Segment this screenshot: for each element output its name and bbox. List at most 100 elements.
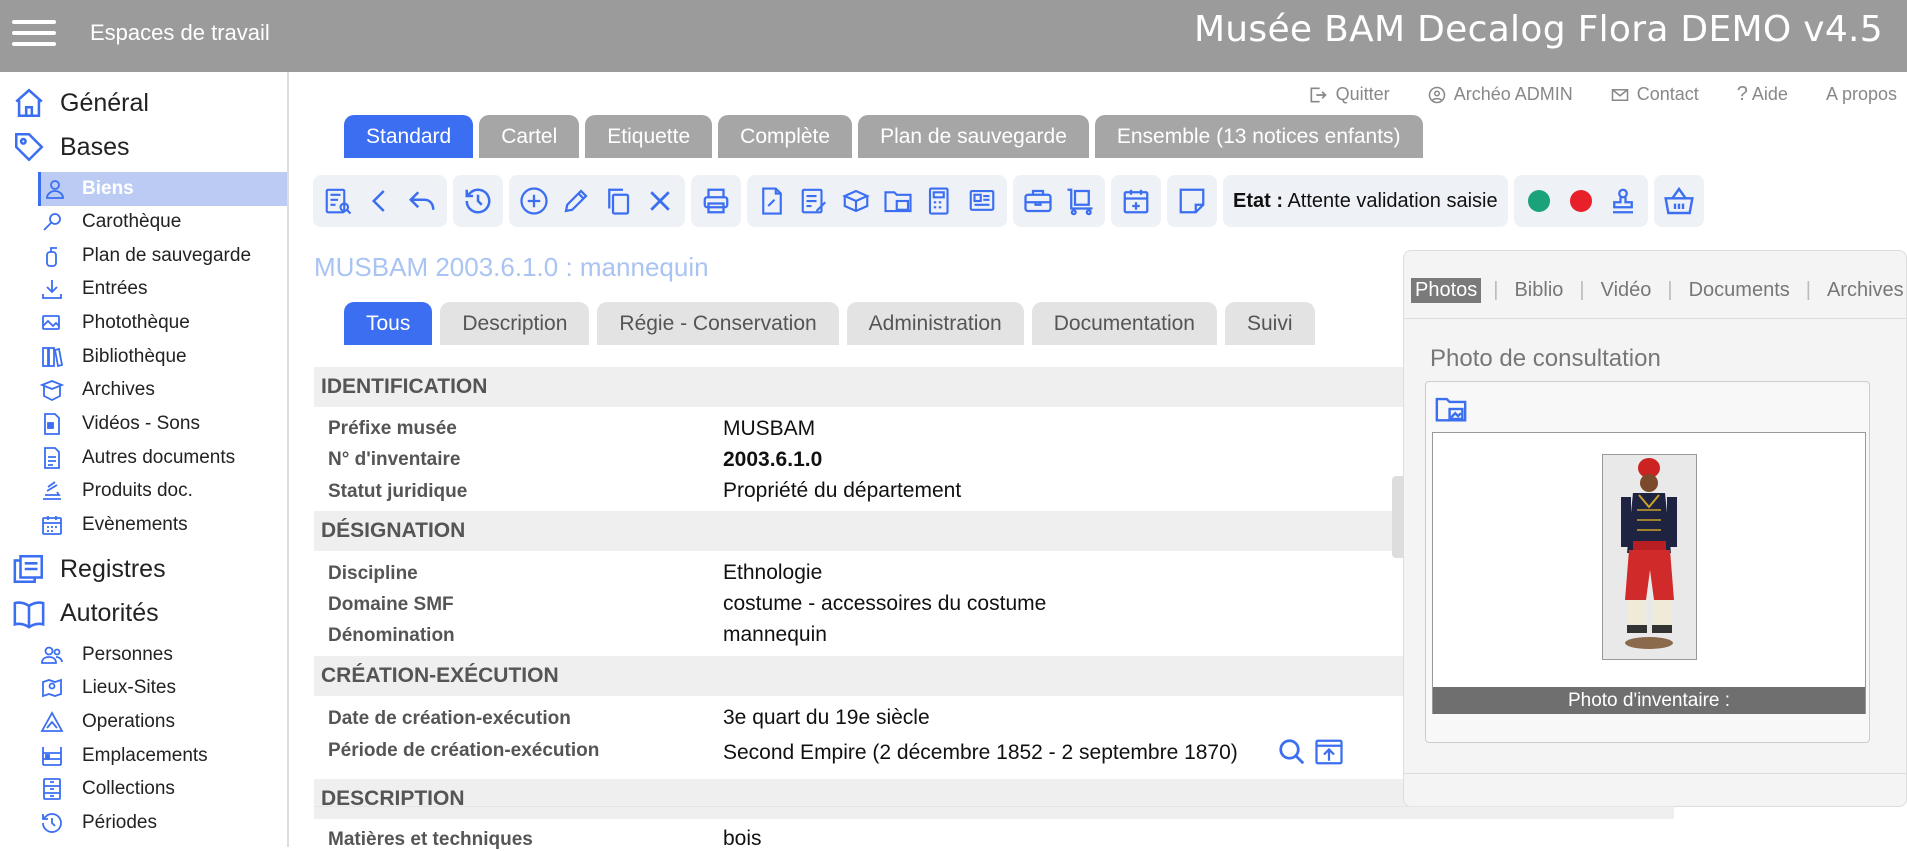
attach-document-button[interactable]	[751, 179, 793, 223]
panel-resize-handle[interactable]	[1392, 476, 1403, 558]
toolbar-group-navigation	[313, 175, 447, 227]
tab-documents[interactable]: Documents	[1685, 278, 1794, 303]
validate-green-button[interactable]	[1527, 190, 1550, 212]
toolbar: Etat : Attente validation saisie	[313, 175, 1710, 227]
user-link[interactable]: Archéo ADMIN	[1428, 83, 1573, 106]
tab-suivi[interactable]: Suivi	[1224, 302, 1315, 345]
about-link[interactable]: A propos	[1826, 83, 1897, 106]
photo-box: Photo d'inventaire :	[1425, 381, 1870, 743]
sidebar-item-evenements[interactable]: Evènements	[38, 508, 287, 542]
sidebar-item-produits-doc[interactable]: Produits doc.	[38, 474, 287, 508]
toolbar-group-edit	[509, 175, 685, 227]
contact-link[interactable]: Contact	[1611, 83, 1699, 106]
tab-etiquette[interactable]: Etiquette	[585, 115, 713, 158]
sidebar-item-general[interactable]: Général	[12, 86, 149, 120]
hamburger-menu-icon[interactable]	[12, 15, 56, 55]
tab-standard[interactable]: Standard	[344, 115, 474, 158]
tab-photos[interactable]: Photos	[1411, 278, 1482, 303]
sidebar-item-label: Carothèque	[82, 211, 182, 232]
sidebar-item-collections[interactable]: Collections	[38, 772, 287, 806]
tab-description[interactable]: Description	[440, 302, 590, 345]
sidebar-item-emplacements[interactable]: Emplacements	[38, 739, 287, 773]
tab-tous[interactable]: Tous	[344, 302, 433, 345]
about-label: A propos	[1825, 84, 1897, 104]
previous-button[interactable]	[359, 179, 401, 223]
sidebar-item-label: Produits doc.	[82, 480, 193, 501]
duplicate-button[interactable]	[597, 179, 639, 223]
quit-link[interactable]: Quitter	[1308, 83, 1390, 106]
tag-icon	[14, 132, 44, 162]
sidebar-item-bases[interactable]: Bases	[12, 130, 129, 164]
add-event-button[interactable]	[1115, 179, 1157, 223]
help-label: Aide	[1751, 84, 1788, 104]
tab-video[interactable]: Vidéo	[1597, 278, 1656, 303]
tab-archives[interactable]: Archives	[1823, 278, 1907, 303]
tab-administration[interactable]: Administration	[846, 302, 1024, 345]
sidebar-item-plan-sauvegarde[interactable]: Plan de sauvegarde	[38, 239, 287, 273]
toolbox-icon	[1024, 189, 1052, 213]
sidebar-item-autorites[interactable]: Autorités	[12, 596, 159, 630]
tab-ensemble[interactable]: Ensemble (13 notices enfants)	[1094, 115, 1423, 158]
sidebar-item-label: Autres documents	[82, 447, 236, 468]
sidebar: Général Bases Biens Carothèque Plan de s…	[0, 72, 289, 847]
sidebar-item-periodes[interactable]: Périodes	[38, 806, 287, 840]
sidebar-item-autres-documents[interactable]: Autres documents	[38, 441, 287, 475]
video-file-icon	[44, 413, 60, 435]
map-pin-icon	[42, 678, 62, 698]
search-periode-button[interactable]	[1277, 737, 1307, 767]
sidebar-item-phototheque[interactable]: Photothèque	[38, 306, 287, 340]
field-label-inventaire: N° d'inventaire	[328, 449, 461, 470]
tab-regie-conservation[interactable]: Régie - Conservation	[597, 302, 839, 345]
calculator-icon	[928, 187, 949, 215]
chevron-left-icon	[371, 190, 385, 212]
tab-plan-sauvegarde[interactable]: Plan de sauvegarde	[858, 115, 1089, 158]
sidebar-item-entrees[interactable]: Entrées	[38, 272, 287, 306]
tab-documentation[interactable]: Documentation	[1031, 302, 1217, 345]
reject-red-button[interactable]	[1569, 190, 1592, 212]
help-link[interactable]: ? Aide	[1737, 83, 1788, 106]
stamp-button[interactable]	[1602, 179, 1644, 223]
photo-folder-button[interactable]	[1434, 392, 1468, 426]
image-folder-button[interactable]	[877, 179, 919, 223]
tab-biblio[interactable]: Biblio	[1510, 278, 1567, 303]
calculator-button[interactable]	[919, 179, 961, 223]
sidebar-item-lieux-sites[interactable]: Lieux-Sites	[38, 671, 287, 705]
toolbar-group-tools	[1013, 175, 1105, 227]
sidebar-item-videos-sons[interactable]: Vidéos - Sons	[38, 407, 287, 441]
status-indicator: Etat : Attente validation saisie	[1223, 175, 1508, 227]
add-button[interactable]	[513, 179, 555, 223]
form-button[interactable]	[793, 179, 835, 223]
field-label-discipline: Discipline	[328, 563, 418, 584]
delete-button[interactable]	[639, 179, 681, 223]
mannequin-photo[interactable]	[1602, 454, 1697, 660]
sidebar-item-personnes[interactable]: Personnes	[38, 638, 287, 672]
sidebar-item-bibliotheque[interactable]: Bibliothèque	[38, 340, 287, 374]
note-button[interactable]	[1171, 179, 1213, 223]
form-edit-icon	[801, 188, 827, 214]
sidebar-item-archives[interactable]: Archives	[38, 373, 287, 407]
tab-complete[interactable]: Complète	[718, 115, 853, 158]
workspaces-link[interactable]: Espaces de travail	[90, 20, 270, 46]
sidebar-item-carotheque[interactable]: Carothèque	[38, 205, 287, 239]
sidebar-item-label: Operations	[82, 711, 175, 732]
sticky-note-icon	[1179, 188, 1205, 214]
sidebar-item-label: Vidéos - Sons	[82, 413, 200, 434]
search-list-button[interactable]	[317, 179, 359, 223]
tab-cartel[interactable]: Cartel	[479, 115, 580, 158]
toolbox-button[interactable]	[1017, 179, 1059, 223]
edit-button[interactable]	[555, 179, 597, 223]
print-button[interactable]	[695, 179, 737, 223]
open-periode-button[interactable]	[1314, 737, 1344, 767]
shelves-icon	[42, 747, 62, 766]
publication-button[interactable]	[961, 179, 1003, 223]
basket-button[interactable]	[1658, 179, 1700, 223]
move-button[interactable]	[1059, 179, 1101, 223]
history-button[interactable]	[457, 179, 499, 223]
boxes-button[interactable]	[835, 179, 877, 223]
sidebar-item-biens[interactable]: Biens	[38, 172, 287, 206]
sidebar-item-registres[interactable]: Registres	[12, 552, 166, 586]
sidebar-item-operations[interactable]: Operations	[38, 705, 287, 739]
field-label-matieres: Matières et techniques	[328, 829, 533, 850]
toolbar-group-documents	[747, 175, 1007, 227]
back-button[interactable]	[401, 179, 443, 223]
